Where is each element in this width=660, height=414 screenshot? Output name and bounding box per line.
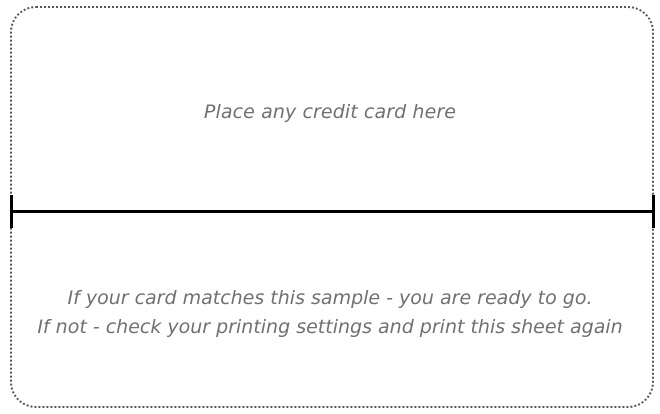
credit-card-outline <box>10 6 654 408</box>
mismatch-instruction: If not - check your printing settings an… <box>37 316 623 338</box>
ruler-right-endcap <box>652 195 655 228</box>
calibration-ruler-line <box>11 210 655 213</box>
place-card-instruction: Place any credit card here <box>203 101 457 123</box>
match-instruction: If your card matches this sample - you a… <box>67 287 593 309</box>
